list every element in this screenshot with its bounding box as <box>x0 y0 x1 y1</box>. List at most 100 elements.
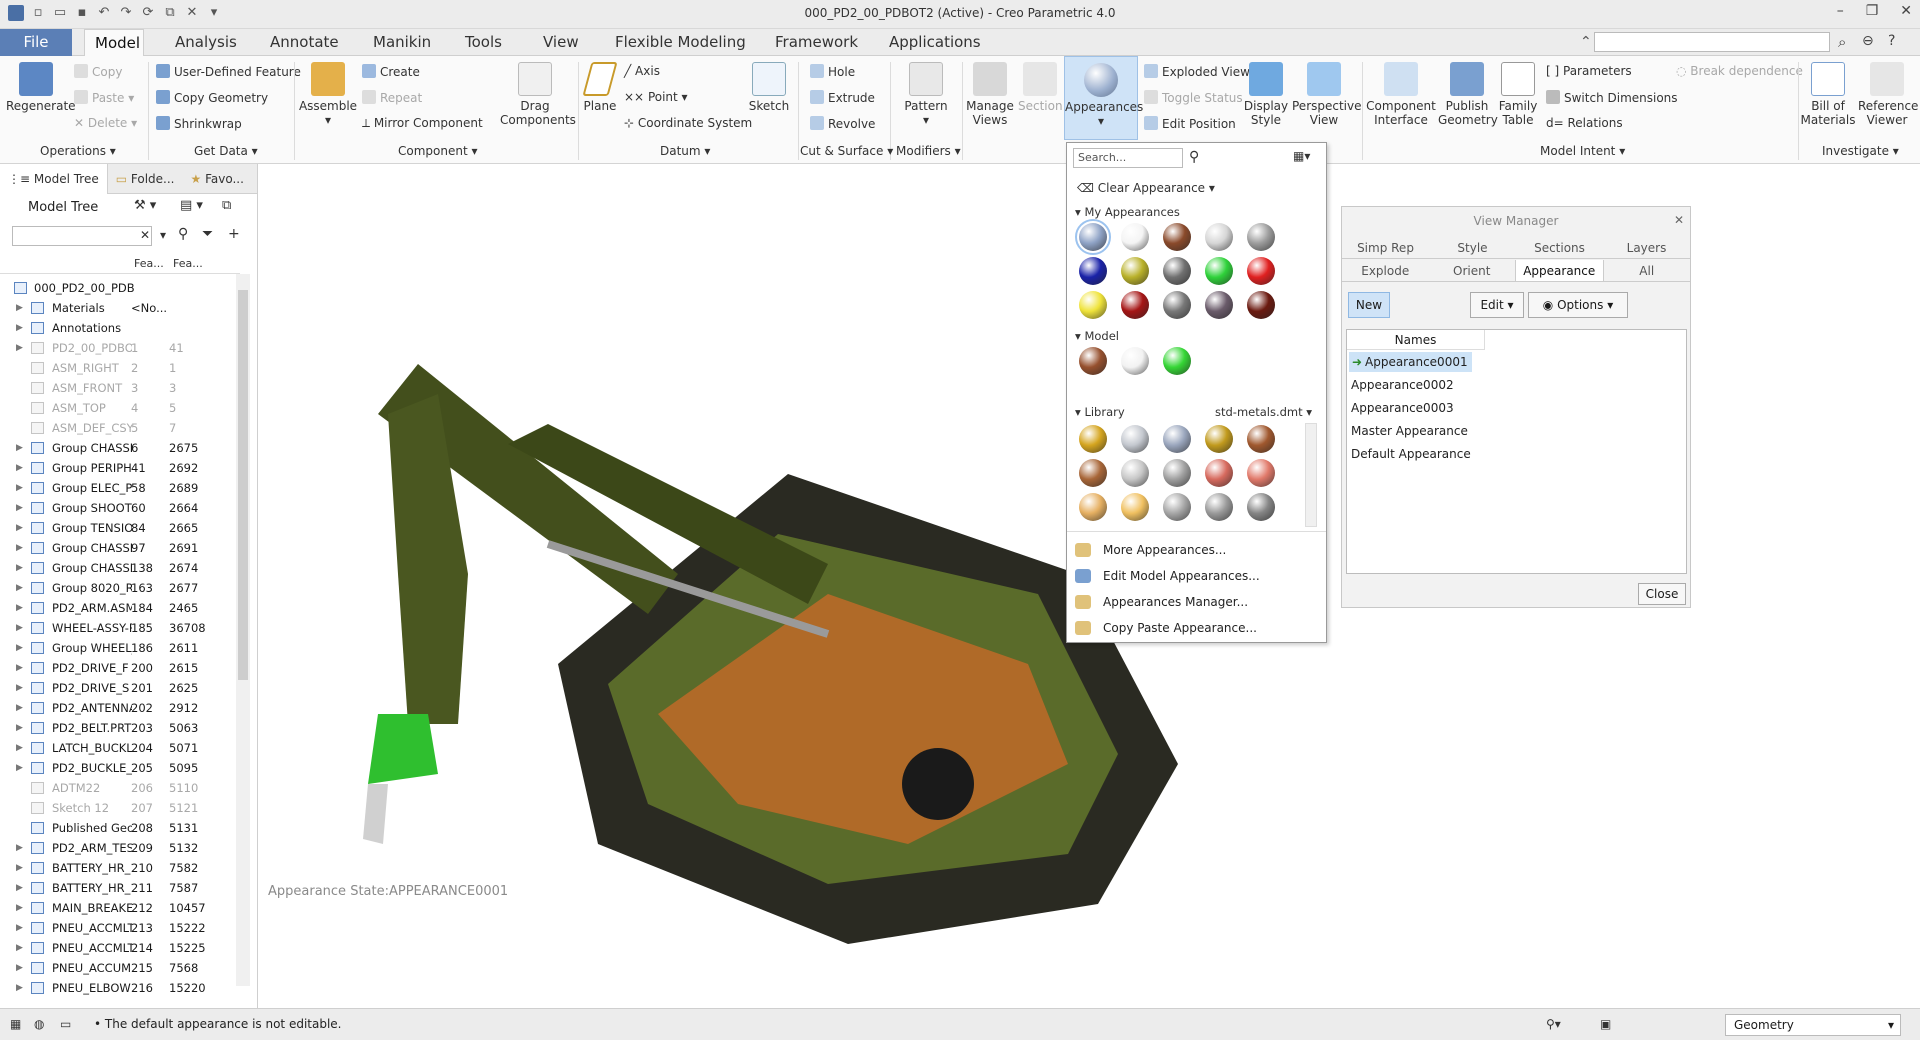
library-appearance-swatch[interactable] <box>1205 425 1233 453</box>
tab-all[interactable]: All <box>1604 260 1691 281</box>
list-item-active[interactable]: ➜ Appearance0001 <box>1349 352 1472 372</box>
close-button[interactable]: Close <box>1638 583 1686 605</box>
expand-icon[interactable]: ▶ <box>16 338 23 358</box>
my-appearance-swatch[interactable] <box>1205 223 1233 251</box>
library-appearance-swatch[interactable] <box>1247 493 1275 521</box>
tab-orient[interactable]: Orient <box>1429 260 1516 281</box>
group-investigate[interactable]: Investigate ▾ <box>1822 144 1899 158</box>
tab-framework[interactable]: Framework <box>765 29 868 56</box>
expand-icon[interactable]: ▶ <box>16 878 23 898</box>
library-appearance-swatch[interactable] <box>1121 425 1149 453</box>
copy-button[interactable]: Copy <box>74 64 122 79</box>
my-appearance-swatch[interactable] <box>1163 257 1191 285</box>
shrinkwrap-button[interactable]: Shrinkwrap <box>156 116 242 131</box>
new-button[interactable]: New <box>1348 292 1390 318</box>
fullscreen-icon[interactable]: ▭ <box>60 1017 71 1031</box>
tree-show-icon[interactable]: ▤ ▾ <box>180 198 203 213</box>
tree-row[interactable]: ADTM22 206 5110 <box>0 778 240 798</box>
search-options-icon[interactable]: ▾ <box>160 228 166 242</box>
restore-icon[interactable]: ❐ <box>1866 3 1879 19</box>
tree-row[interactable]: ▶ PD2_ARM.ASM 184 2465 <box>0 598 240 618</box>
my-appearances-header[interactable]: ▾ My Appearances <box>1075 205 1180 219</box>
column-feature-number[interactable]: Fea... <box>173 257 203 270</box>
sketch-button[interactable]: Sketch <box>748 62 790 113</box>
names-column-header[interactable]: Names <box>1347 330 1485 350</box>
expand-icon[interactable]: ▶ <box>16 958 23 978</box>
point-button[interactable]: ×× Point ▾ <box>624 90 688 104</box>
column-feature-id[interactable]: Fea... <box>134 257 164 270</box>
assemble-button[interactable]: Assemble ▾ <box>298 62 358 127</box>
tab-layers[interactable]: Layers <box>1603 237 1690 258</box>
tree-row[interactable]: ▶ Group PERIPH 41 2692 <box>0 458 240 478</box>
library-appearance-swatch[interactable] <box>1079 425 1107 453</box>
expand-icon[interactable]: ▶ <box>16 938 23 958</box>
tree-row[interactable]: ▶ LATCH_BUCKLE 204 5071 <box>0 738 240 758</box>
tree-row[interactable]: ▶ PNEU_ACCMLT 214 15225 <box>0 938 240 958</box>
expand-icon[interactable]: ▶ <box>16 458 23 478</box>
appearance-search-input[interactable]: Search... <box>1073 148 1183 168</box>
regenerate-button[interactable]: Regenerate <box>6 62 76 113</box>
search-icon[interactable]: ⚲ <box>1189 149 1199 165</box>
expand-icon[interactable]: ▶ <box>16 658 23 678</box>
copy-paste-appearance-item[interactable]: Copy Paste Appearance... <box>1103 621 1257 635</box>
library-file-select[interactable]: std-metals.dmt ▾ <box>1215 405 1312 419</box>
close-icon[interactable]: ✕ <box>1674 213 1684 227</box>
tab-folder-browser[interactable]: ▭ Folde... <box>108 164 183 194</box>
minimize-icon[interactable]: – <box>1837 3 1844 19</box>
library-header[interactable]: ▾ Library <box>1075 405 1125 419</box>
copy-geometry-button[interactable]: Copy Geometry <box>156 90 268 105</box>
tree-settings-icon[interactable]: ⚒ ▾ <box>134 198 156 213</box>
extrude-button[interactable]: Extrude <box>810 90 875 105</box>
create-button[interactable]: Create <box>362 64 420 79</box>
library-appearance-swatch[interactable] <box>1079 459 1107 487</box>
my-appearance-swatch[interactable] <box>1163 223 1191 251</box>
tab-annotate[interactable]: Annotate <box>260 29 349 56</box>
filter-icon[interactable]: ⏷ <box>202 226 213 242</box>
library-appearance-swatch[interactable] <box>1205 459 1233 487</box>
model-appearance-swatch[interactable] <box>1079 347 1107 375</box>
expand-icon[interactable]: ▶ <box>16 498 23 518</box>
tree-row[interactable]: ▶ Group WHEEL_ 186 2611 <box>0 638 240 658</box>
more-appearances-item[interactable]: More Appearances... <box>1103 543 1226 557</box>
user-defined-feature-button[interactable]: User-Defined Feature <box>156 64 301 79</box>
expand-icon[interactable]: ▶ <box>16 858 23 878</box>
my-appearance-swatch[interactable] <box>1247 223 1275 251</box>
expand-icon[interactable]: ▶ <box>16 638 23 658</box>
paste-button[interactable]: Paste ▾ <box>74 90 134 105</box>
expand-icon[interactable]: ▶ <box>16 538 23 558</box>
tab-view[interactable]: View <box>533 29 589 56</box>
find-icon[interactable]: ⚲ <box>178 226 188 242</box>
find-select-icon[interactable]: ⚲▾ <box>1546 1017 1561 1031</box>
clear-appearance-button[interactable]: ⌫ Clear Appearance ▾ <box>1077 181 1215 195</box>
expand-icon[interactable]: ▶ <box>16 738 23 758</box>
model-appearance-swatch[interactable] <box>1163 347 1191 375</box>
delete-button[interactable]: ✕ Delete ▾ <box>74 116 137 130</box>
expand-icon[interactable]: ▶ <box>16 318 23 338</box>
list-item[interactable]: Master Appearance <box>1351 421 1468 441</box>
tree-row[interactable]: ASM_DEF_CSYS5 7 <box>0 418 240 438</box>
tree-row[interactable]: ▶ PD2_ARM_TEST209 5132 <box>0 838 240 858</box>
publish-geometry-button[interactable]: Publish Geometry <box>1438 62 1498 127</box>
my-appearance-swatch[interactable] <box>1121 223 1149 251</box>
close-icon[interactable]: ✕ <box>1900 3 1912 19</box>
section-button[interactable]: Section <box>1018 62 1063 113</box>
tree-row[interactable]: ASM_FRONT 3 3 <box>0 378 240 398</box>
tree-row[interactable]: ▶ Materials <No... <box>0 298 240 318</box>
search-icon[interactable]: ⌕ <box>1838 33 1846 51</box>
my-appearance-swatch[interactable] <box>1079 291 1107 319</box>
tree-row[interactable]: ▶ Annotations <box>0 318 240 338</box>
axis-button[interactable]: ╱ Axis <box>624 64 660 78</box>
my-appearance-swatch[interactable] <box>1075 219 1111 255</box>
model-appearance-swatch[interactable] <box>1121 347 1149 375</box>
tab-analysis[interactable]: Analysis <box>165 29 247 56</box>
options-menu-button[interactable]: ◉ Options ▾ <box>1528 292 1628 318</box>
tab-sections[interactable]: Sections <box>1516 237 1603 258</box>
tree-search-input[interactable] <box>12 226 152 246</box>
group-model-intent[interactable]: Model Intent ▾ <box>1540 144 1625 158</box>
hole-button[interactable]: Hole <box>810 64 855 79</box>
scrollbar-thumb[interactable] <box>238 290 248 680</box>
expand-icon[interactable]: ▶ <box>16 838 23 858</box>
tab-flexible-modeling[interactable]: Flexible Modeling <box>605 29 756 56</box>
tab-applications[interactable]: Applications <box>879 29 991 56</box>
expand-icon[interactable]: ▶ <box>16 558 23 578</box>
